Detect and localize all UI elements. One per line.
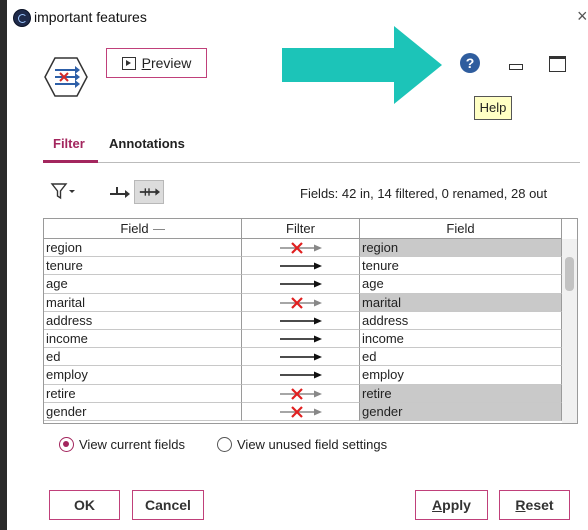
field-out-cell: region xyxy=(360,239,562,258)
table-row[interactable]: income income xyxy=(44,330,562,349)
preview-button[interactable]: Preview xyxy=(106,48,207,78)
window-frame-edge xyxy=(0,0,7,530)
filter-toggle-cell[interactable] xyxy=(242,311,360,330)
pass-arrow-icon xyxy=(280,317,322,325)
field-out-cell: age xyxy=(360,275,562,294)
table-row[interactable]: ed ed xyxy=(44,348,562,367)
help-tooltip: Help xyxy=(474,96,512,120)
header-filter[interactable]: Filter xyxy=(242,219,360,239)
reset-button[interactable]: Reset xyxy=(499,490,570,520)
header-field-in[interactable]: Field xyxy=(44,219,242,239)
active-tab-indicator xyxy=(43,160,98,163)
field-out-cell: ed xyxy=(360,348,562,367)
table-row[interactable]: employ employ xyxy=(44,366,562,385)
toggle-filter-icon[interactable] xyxy=(134,180,164,204)
tab-divider xyxy=(43,162,580,163)
table-row[interactable]: gender gender xyxy=(44,402,562,421)
field-in-cell: age xyxy=(44,275,242,294)
filter-toggle-cell[interactable] xyxy=(242,275,360,294)
field-in-cell: ed xyxy=(44,348,242,367)
table-row[interactable]: retire retire xyxy=(44,384,562,403)
field-out-cell: income xyxy=(360,330,562,349)
apply-button[interactable]: Apply xyxy=(415,490,488,520)
fields-summary: Fields: 42 in, 14 filtered, 0 renamed, 2… xyxy=(300,186,548,201)
field-in-cell: marital xyxy=(44,293,242,312)
window-title: important features xyxy=(34,9,147,25)
header-field-out[interactable]: Field xyxy=(360,219,562,239)
close-icon[interactable]: × xyxy=(577,6,588,27)
callout-arrow xyxy=(282,26,442,104)
filter-toggle-cell[interactable] xyxy=(242,293,360,312)
field-in-cell: address xyxy=(44,311,242,330)
filter-x-icon xyxy=(280,406,322,418)
pass-arrow-icon xyxy=(280,335,322,343)
tab-annotations[interactable]: Annotations xyxy=(109,136,185,151)
help-icon[interactable]: ? xyxy=(460,53,480,73)
pass-arrow-icon xyxy=(280,353,322,361)
field-out-cell: employ xyxy=(360,366,562,385)
play-icon xyxy=(121,56,136,70)
funnel-icon[interactable] xyxy=(50,182,76,200)
sort-indicator-icon xyxy=(152,229,165,231)
field-in-cell: employ xyxy=(44,366,242,385)
filter-x-icon xyxy=(280,296,322,309)
preview-label: Preview xyxy=(141,55,192,71)
filter-x-icon xyxy=(280,242,322,254)
radio-unselected[interactable] xyxy=(217,437,232,452)
scrollbar-thumb[interactable] xyxy=(565,257,574,291)
view-unused-label: View unused field settings xyxy=(237,437,388,452)
cancel-button[interactable]: Cancel xyxy=(132,490,204,520)
remove-filter-icon[interactable] xyxy=(106,180,132,204)
fields-table: Field Filter Field region region tenure ten… xyxy=(43,218,578,424)
field-in-cell: income xyxy=(44,330,242,349)
app-logo-icon xyxy=(13,9,31,27)
table-row[interactable]: region region xyxy=(44,239,562,258)
pass-arrow-icon xyxy=(280,280,322,288)
pass-arrow-icon xyxy=(280,371,322,379)
filter-x-icon xyxy=(280,387,322,400)
filter-toggle-cell[interactable] xyxy=(242,366,360,385)
field-out-cell: address xyxy=(360,311,562,330)
table-row[interactable]: tenure tenure xyxy=(44,257,562,276)
filter-toggle-cell[interactable] xyxy=(242,257,360,276)
field-in-cell: gender xyxy=(44,402,242,421)
vertical-scrollbar[interactable] xyxy=(562,239,577,423)
view-unused-option[interactable]: View unused field settings xyxy=(217,437,387,452)
filter-node-icon xyxy=(44,57,88,97)
radio-selected[interactable] xyxy=(59,437,74,452)
maximize-icon[interactable] xyxy=(549,56,566,72)
filter-toggle-cell[interactable] xyxy=(242,348,360,367)
field-in-cell: region xyxy=(44,239,242,258)
filter-toggle-cell[interactable] xyxy=(242,239,360,258)
field-out-cell: retire xyxy=(360,384,562,403)
field-in-cell: retire xyxy=(44,384,242,403)
pass-arrow-icon xyxy=(280,262,322,270)
table-row[interactable]: age age xyxy=(44,275,562,294)
minimize-icon[interactable] xyxy=(509,64,523,70)
filter-toggle-cell[interactable] xyxy=(242,402,360,421)
table-row[interactable]: marital marital xyxy=(44,293,562,312)
tab-filter[interactable]: Filter xyxy=(53,136,85,151)
field-out-cell: tenure xyxy=(360,257,562,276)
field-out-cell: gender xyxy=(360,402,562,421)
view-current-option[interactable]: View current fields xyxy=(59,437,185,452)
table-row[interactable]: address address xyxy=(44,311,562,330)
view-current-label: View current fields xyxy=(79,437,185,452)
filter-toggle-cell[interactable] xyxy=(242,384,360,403)
field-in-cell: tenure xyxy=(44,257,242,276)
field-out-cell: marital xyxy=(360,293,562,312)
ok-button[interactable]: OK xyxy=(49,490,120,520)
filter-toggle-cell[interactable] xyxy=(242,330,360,349)
